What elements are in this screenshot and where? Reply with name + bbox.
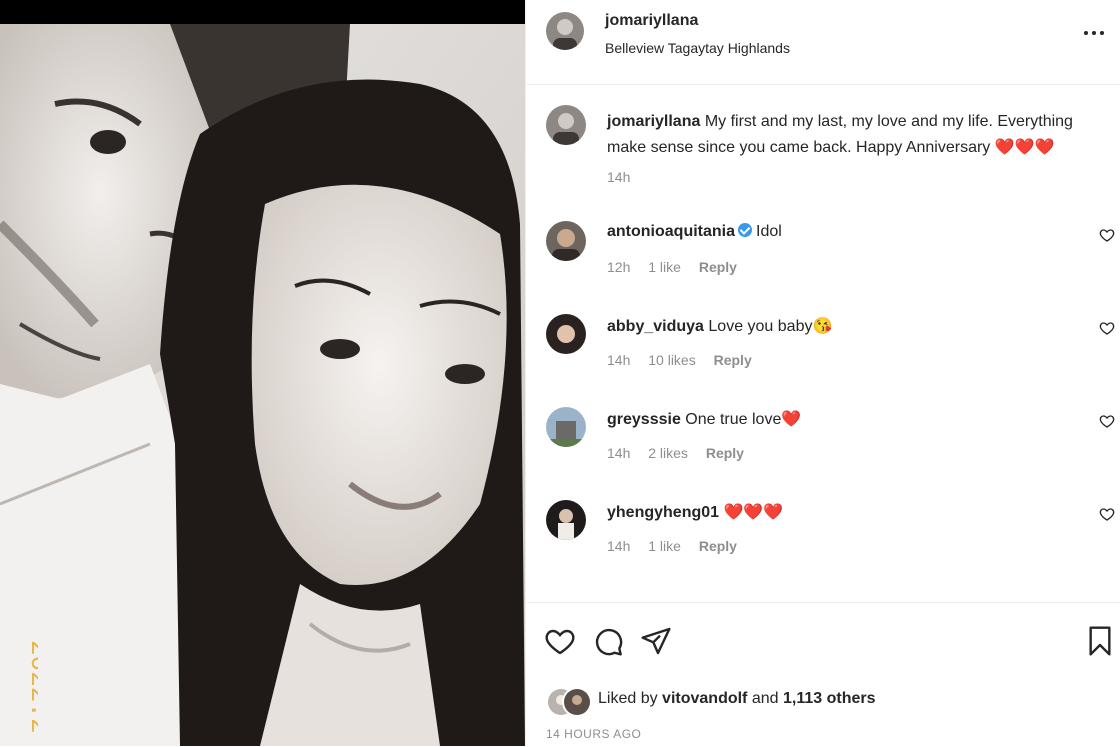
likes-text: Liked by vitovandolf and 1,113 others bbox=[598, 690, 876, 708]
more-dot-icon bbox=[1084, 31, 1088, 35]
comment-likes[interactable]: 10 likes bbox=[648, 352, 695, 368]
comment-text: Idol bbox=[756, 223, 782, 240]
caption-text: jomariyllana My first and my last, my lo… bbox=[607, 109, 1097, 161]
comment-time: 12h bbox=[607, 259, 631, 275]
comment-like-heart-icon[interactable] bbox=[1099, 320, 1115, 336]
bookmark-icon[interactable] bbox=[1084, 625, 1116, 657]
comment-likes[interactable]: 1 like bbox=[648, 538, 681, 554]
comment-like-heart-icon[interactable] bbox=[1099, 506, 1115, 522]
liked-by-avatars bbox=[546, 685, 596, 717]
liker-avatar[interactable] bbox=[562, 687, 592, 717]
likes-others-link[interactable]: 1,113 others bbox=[783, 690, 876, 707]
comment-time: 14h bbox=[607, 352, 631, 368]
comment-meta: 14h 1 like Reply bbox=[607, 538, 751, 554]
likes-connector: and bbox=[751, 690, 779, 707]
reply-button[interactable]: Reply bbox=[699, 259, 737, 275]
comment-text: Love you baby😘 bbox=[708, 318, 833, 335]
post-timestamp[interactable]: 14 HOURS AGO bbox=[546, 727, 641, 741]
verified-badge-icon bbox=[738, 223, 752, 237]
liked-by-user-link[interactable]: vitovandolf bbox=[662, 690, 747, 707]
caption-avatar[interactable] bbox=[546, 105, 586, 145]
caption-username[interactable]: jomariyllana bbox=[607, 113, 700, 130]
comment-username[interactable]: greysssie bbox=[607, 411, 681, 428]
comment-meta: 14h 2 likes Reply bbox=[607, 445, 758, 461]
comment-item: greysssie One true love❤️ 14h 2 likes Re… bbox=[526, 407, 1120, 487]
comment-avatar[interactable] bbox=[546, 500, 586, 540]
comment-username[interactable]: antonioaquitania bbox=[607, 223, 735, 240]
more-dot-icon bbox=[1100, 31, 1104, 35]
reply-button[interactable]: Reply bbox=[706, 445, 744, 461]
comment-like-heart-icon[interactable] bbox=[1099, 413, 1115, 429]
comment-icon[interactable] bbox=[592, 625, 624, 657]
post-photo[interactable]: 2022.2 bbox=[0, 0, 525, 746]
author-username[interactable]: jomariyllana bbox=[605, 12, 698, 30]
comment-time: 14h bbox=[607, 538, 631, 554]
comment-avatar[interactable] bbox=[546, 221, 586, 261]
post-header: jomariyllana Belleview Tagaytay Highland… bbox=[526, 0, 1120, 85]
comment-line: abby_viduya Love you baby😘 bbox=[607, 316, 832, 336]
comment-text: One true love❤️ bbox=[685, 411, 802, 428]
more-options-button[interactable] bbox=[1082, 22, 1106, 42]
photo-date-stamp: 2022.2 bbox=[8, 612, 38, 746]
comment-line: greysssie One true love❤️ bbox=[607, 409, 801, 429]
post-detail-panel: jomariyllana Belleview Tagaytay Highland… bbox=[525, 0, 1120, 746]
comment-meta: 14h 10 likes Reply bbox=[607, 352, 766, 368]
heart-icon[interactable] bbox=[544, 625, 576, 657]
comment-line: antonioaquitania Idol bbox=[607, 223, 782, 241]
comment-avatar[interactable] bbox=[546, 314, 586, 354]
reply-button[interactable]: Reply bbox=[699, 538, 737, 554]
comment-time: 14h bbox=[607, 445, 631, 461]
comment-line: yhengyheng01 ❤️❤️❤️ bbox=[607, 502, 783, 522]
post-location[interactable]: Belleview Tagaytay Highlands bbox=[605, 40, 790, 56]
comment-username[interactable]: abby_viduya bbox=[607, 318, 704, 335]
comment-like-heart-icon[interactable] bbox=[1099, 227, 1115, 243]
comment-text: ❤️❤️❤️ bbox=[723, 504, 784, 521]
comments-section[interactable]: jomariyllana My first and my last, my lo… bbox=[526, 85, 1120, 600]
comment-meta: 12h 1 like Reply bbox=[607, 259, 751, 275]
couple-photo-image bbox=[0, 24, 525, 746]
comment-likes[interactable]: 2 likes bbox=[648, 445, 688, 461]
comment-item: abby_viduya Love you baby😘 14h 10 likes … bbox=[526, 314, 1120, 394]
likes-prefix: Liked by bbox=[598, 690, 658, 707]
post-action-bar: Liked by vitovandolf and 1,113 others 14… bbox=[526, 602, 1120, 747]
share-icon[interactable] bbox=[640, 625, 672, 657]
author-avatar[interactable] bbox=[546, 12, 584, 50]
reply-button[interactable]: Reply bbox=[714, 352, 752, 368]
comment-item: antonioaquitania Idol 12h 1 like Reply bbox=[526, 221, 1120, 301]
comment-username[interactable]: yhengyheng01 bbox=[607, 504, 719, 521]
comment-item: yhengyheng01 ❤️❤️❤️ 14h 1 like Reply bbox=[526, 500, 1120, 580]
caption-time: 14h bbox=[607, 169, 631, 185]
comment-likes[interactable]: 1 like bbox=[648, 259, 681, 275]
photo-date-stamp-text: 2022.2 bbox=[24, 640, 38, 734]
comment-avatar[interactable] bbox=[546, 407, 586, 447]
more-dot-icon bbox=[1092, 31, 1096, 35]
